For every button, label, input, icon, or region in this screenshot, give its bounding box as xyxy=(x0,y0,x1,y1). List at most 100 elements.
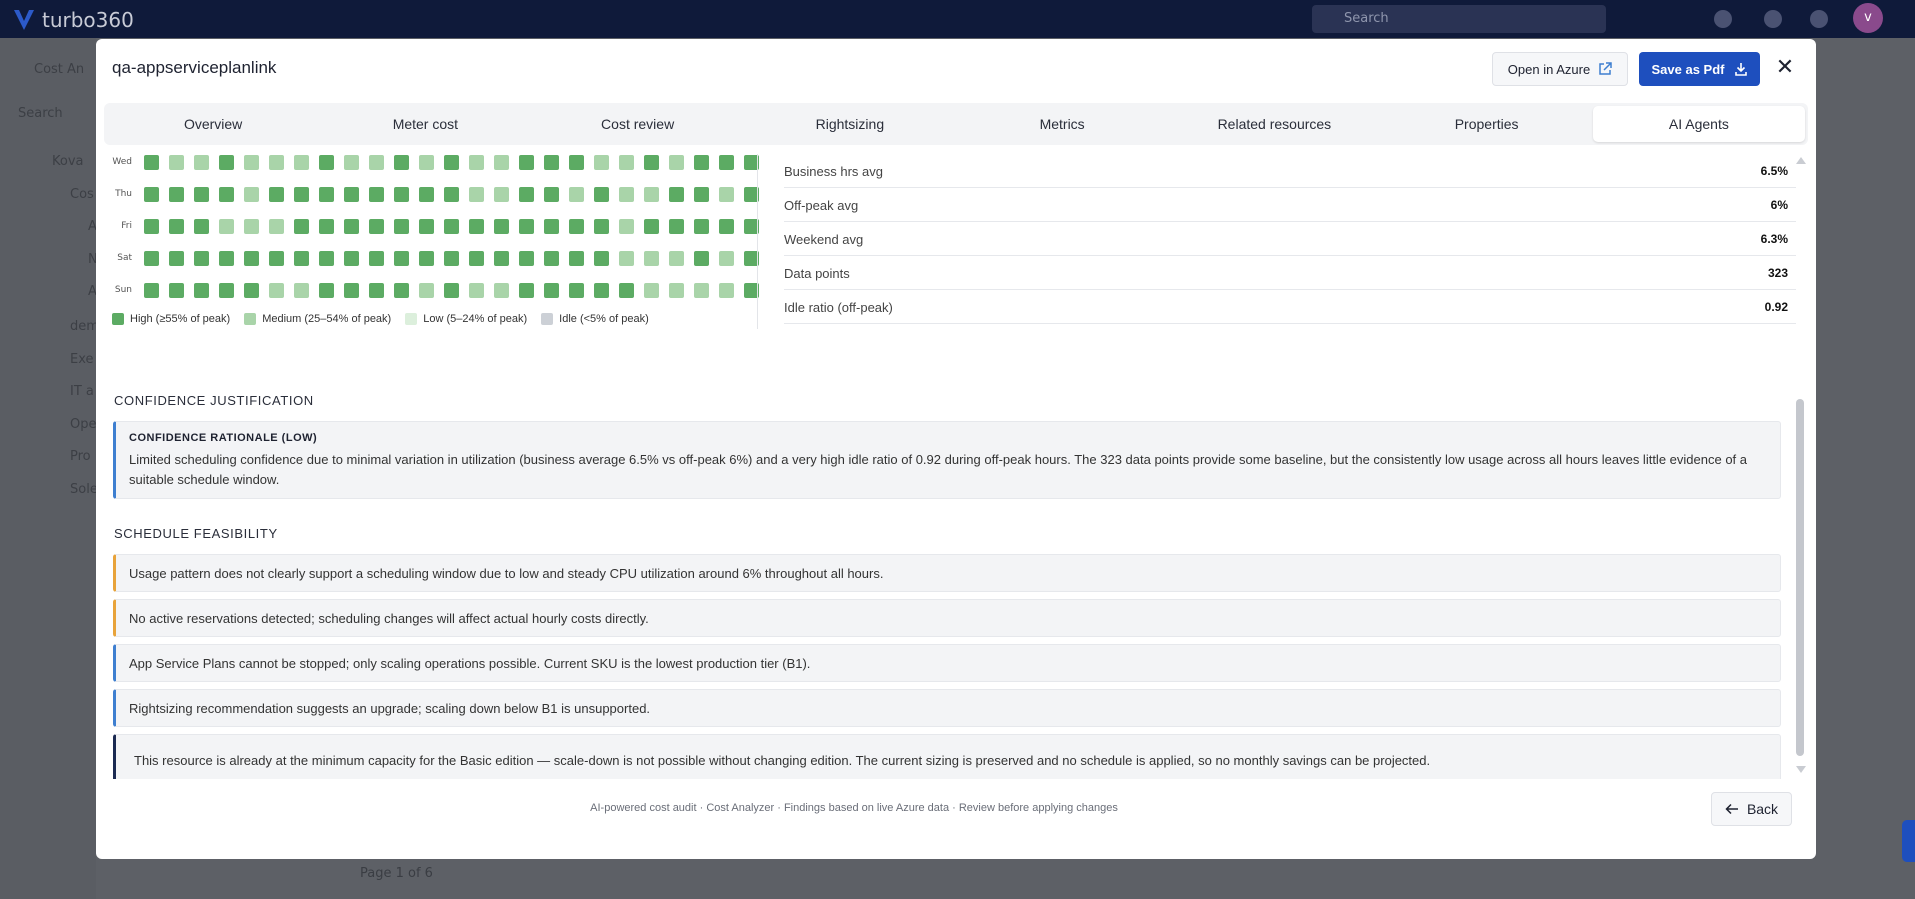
heatmap-cell[interactable] xyxy=(594,219,609,234)
heatmap-cell[interactable] xyxy=(494,187,509,202)
heatmap-cell[interactable] xyxy=(244,251,259,266)
heatmap-cell[interactable] xyxy=(244,283,259,298)
heatmap-cell[interactable] xyxy=(294,251,309,266)
heatmap-cell[interactable] xyxy=(169,219,184,234)
global-search-input[interactable]: Search xyxy=(1312,5,1606,33)
heatmap-cell[interactable] xyxy=(444,187,459,202)
heatmap-cell[interactable] xyxy=(519,187,534,202)
heatmap-cell[interactable] xyxy=(419,283,434,298)
heatmap-cell[interactable] xyxy=(244,219,259,234)
heatmap-cell[interactable] xyxy=(319,283,334,298)
heatmap-cell[interactable] xyxy=(144,155,159,170)
heatmap-cell[interactable] xyxy=(694,155,709,170)
heatmap-cell[interactable] xyxy=(569,219,584,234)
scroll-thumb[interactable] xyxy=(1796,399,1804,756)
heatmap-cell[interactable] xyxy=(494,251,509,266)
heatmap-cell[interactable] xyxy=(419,155,434,170)
close-icon[interactable]: ✕ xyxy=(1772,55,1798,81)
heatmap-cell[interactable] xyxy=(719,283,734,298)
heatmap-cell[interactable] xyxy=(319,219,334,234)
heatmap-cell[interactable] xyxy=(469,219,484,234)
heatmap-cell[interactable] xyxy=(669,219,684,234)
heatmap-cell[interactable] xyxy=(169,155,184,170)
heatmap-cell[interactable] xyxy=(194,251,209,266)
heatmap-cell[interactable] xyxy=(544,283,559,298)
heatmap-cell[interactable] xyxy=(394,283,409,298)
tab-ai-agents[interactable]: AI Agents xyxy=(1592,106,1805,142)
tab-overview[interactable]: Overview xyxy=(107,106,319,142)
save-as-pdf-button[interactable]: Save as Pdf xyxy=(1639,52,1760,86)
heatmap-cell[interactable] xyxy=(369,187,384,202)
heatmap-cell[interactable] xyxy=(719,219,734,234)
heatmap-cell[interactable] xyxy=(344,283,359,298)
heatmap-cell[interactable] xyxy=(219,251,234,266)
heatmap-cell[interactable] xyxy=(544,251,559,266)
heatmap-cell[interactable] xyxy=(294,283,309,298)
scroll-up-arrow-icon[interactable] xyxy=(1796,157,1806,164)
heatmap-cell[interactable] xyxy=(219,219,234,234)
heatmap-cell[interactable] xyxy=(344,155,359,170)
heatmap-cell[interactable] xyxy=(169,251,184,266)
heatmap-cell[interactable] xyxy=(144,219,159,234)
heatmap-cell[interactable] xyxy=(569,187,584,202)
heatmap-cell[interactable] xyxy=(644,187,659,202)
heatmap-cell[interactable] xyxy=(694,251,709,266)
heatmap-cell[interactable] xyxy=(194,155,209,170)
back-button[interactable]: Back xyxy=(1711,792,1792,826)
heatmap-cell[interactable] xyxy=(694,187,709,202)
heatmap-cell[interactable] xyxy=(494,155,509,170)
heatmap-cell[interactable] xyxy=(544,155,559,170)
heatmap-cell[interactable] xyxy=(444,155,459,170)
heatmap-cell[interactable] xyxy=(719,251,734,266)
tab-related-resources[interactable]: Related resources xyxy=(1168,106,1380,142)
heatmap-cell[interactable] xyxy=(369,251,384,266)
tab-cost-review[interactable]: Cost review xyxy=(532,106,744,142)
heatmap-cell[interactable] xyxy=(219,155,234,170)
tab-metrics[interactable]: Metrics xyxy=(956,106,1168,142)
heatmap-cell[interactable] xyxy=(144,187,159,202)
heatmap-cell[interactable] xyxy=(244,155,259,170)
heatmap-cell[interactable] xyxy=(519,251,534,266)
heatmap-cell[interactable] xyxy=(494,283,509,298)
heatmap-cell[interactable] xyxy=(194,219,209,234)
heatmap-cell[interactable] xyxy=(694,219,709,234)
tab-properties[interactable]: Properties xyxy=(1381,106,1593,142)
heatmap-cell[interactable] xyxy=(294,155,309,170)
heatmap-cell[interactable] xyxy=(669,187,684,202)
heatmap-cell[interactable] xyxy=(519,283,534,298)
heatmap-cell[interactable] xyxy=(369,155,384,170)
tab-meter-cost[interactable]: Meter cost xyxy=(319,106,531,142)
heatmap-cell[interactable] xyxy=(394,251,409,266)
heatmap-cell[interactable] xyxy=(269,155,284,170)
heatmap-cell[interactable] xyxy=(369,219,384,234)
heatmap-cell[interactable] xyxy=(544,219,559,234)
heatmap-cell[interactable] xyxy=(269,251,284,266)
heatmap-cell[interactable] xyxy=(519,219,534,234)
heatmap-cell[interactable] xyxy=(169,187,184,202)
heatmap-cell[interactable] xyxy=(644,283,659,298)
heatmap-cell[interactable] xyxy=(319,251,334,266)
heatmap-cell[interactable] xyxy=(369,283,384,298)
heatmap-cell[interactable] xyxy=(319,187,334,202)
heatmap-cell[interactable] xyxy=(644,219,659,234)
brand-logo[interactable]: turbo360 xyxy=(14,8,134,32)
heatmap-cell[interactable] xyxy=(219,283,234,298)
heatmap-cell[interactable] xyxy=(619,219,634,234)
heatmap-cell[interactable] xyxy=(269,283,284,298)
heatmap-cell[interactable] xyxy=(569,155,584,170)
heatmap-cell[interactable] xyxy=(719,187,734,202)
heatmap-cell[interactable] xyxy=(619,283,634,298)
heatmap-cell[interactable] xyxy=(669,155,684,170)
heatmap-cell[interactable] xyxy=(344,251,359,266)
heatmap-cell[interactable] xyxy=(344,219,359,234)
heatmap-cell[interactable] xyxy=(469,283,484,298)
tab-rightsizing[interactable]: Rightsizing xyxy=(744,106,956,142)
heatmap-cell[interactable] xyxy=(469,155,484,170)
heatmap-cell[interactable] xyxy=(444,283,459,298)
heatmap-cell[interactable] xyxy=(469,251,484,266)
heatmap-cell[interactable] xyxy=(169,283,184,298)
heatmap-cell[interactable] xyxy=(719,155,734,170)
heatmap-cell[interactable] xyxy=(669,283,684,298)
heatmap-cell[interactable] xyxy=(694,283,709,298)
heatmap-cell[interactable] xyxy=(394,155,409,170)
